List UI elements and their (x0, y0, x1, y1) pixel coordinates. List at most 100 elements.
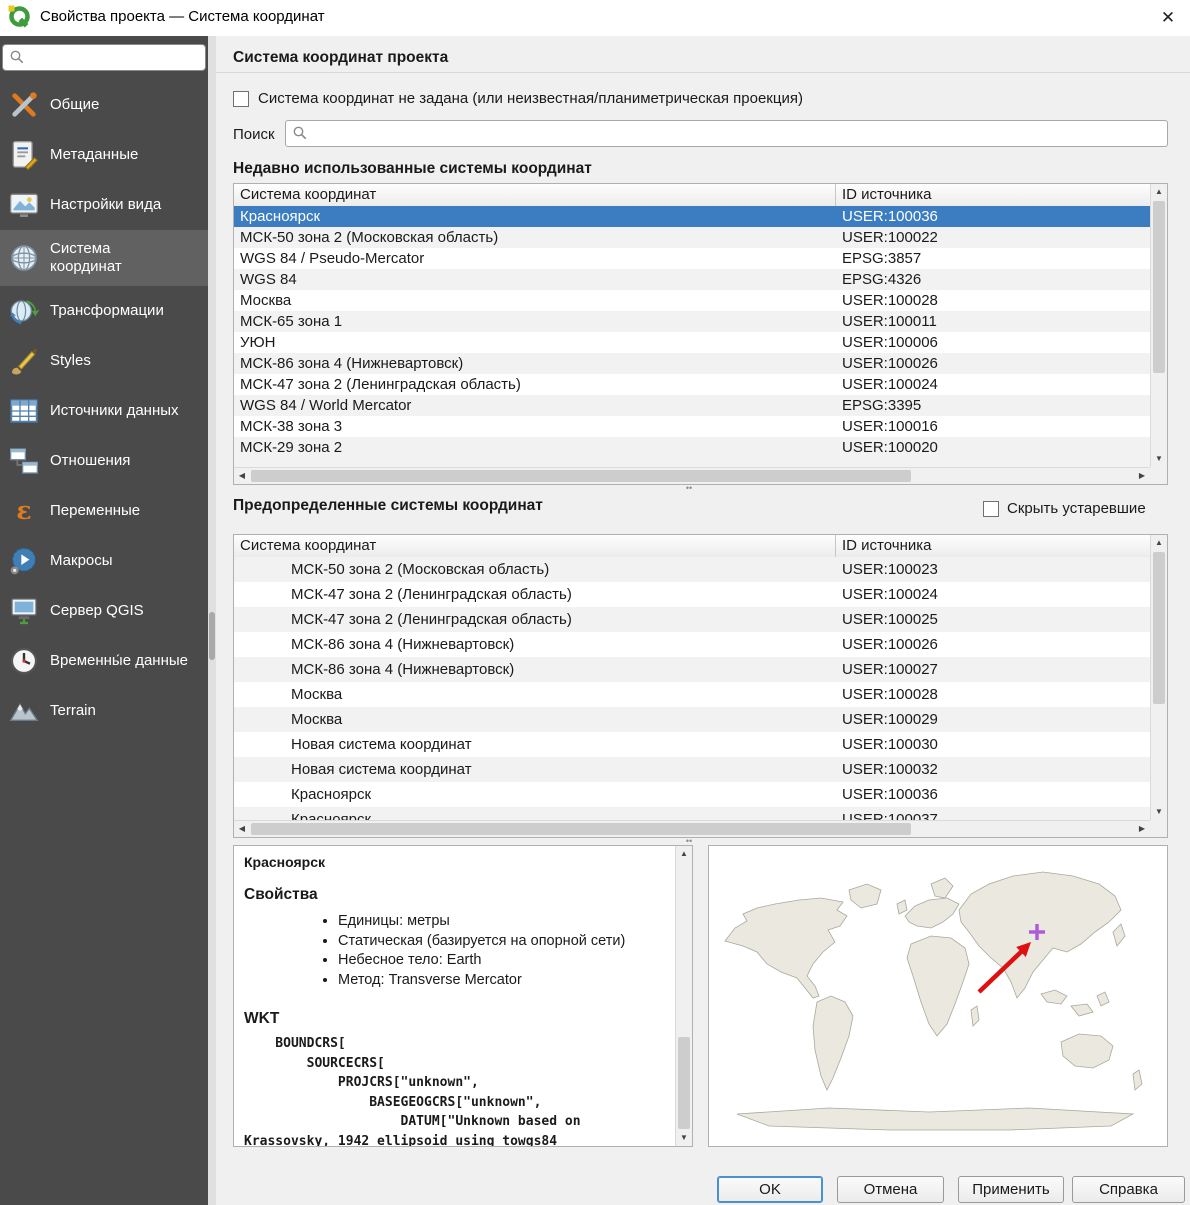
search-icon (9, 49, 25, 65)
sidebar: ОбщиеМетаданныеНастройки вида Система коо… (0, 36, 208, 1205)
crs-id-cell: USER:100029 (836, 707, 1150, 732)
table-row[interactable]: WGS 84 / World MercatorEPSG:3395 (234, 395, 1150, 416)
no-crs-checkbox[interactable] (233, 91, 249, 107)
ok-button[interactable]: OK (717, 1176, 823, 1203)
vertical-scrollbar[interactable]: ▲ ▼ (1150, 535, 1167, 820)
scroll-up-icon[interactable]: ▲ (676, 846, 692, 862)
scroll-up-icon[interactable]: ▲ (1151, 184, 1167, 200)
vertical-scrollbar[interactable]: ▲ ▼ (1150, 184, 1167, 467)
crs-id-cell: EPSG:4326 (836, 269, 1150, 290)
antarctica (737, 1108, 1133, 1130)
sidebar-item-metadata[interactable]: Метаданные (0, 130, 208, 180)
hide-deprecated-checkbox[interactable] (983, 501, 999, 517)
horizontal-scrollbar[interactable]: ◀ ▶ (234, 820, 1150, 837)
table-row[interactable]: УЮНUSER:100006 (234, 332, 1150, 353)
sidebar-item-view-settings[interactable]: Настройки вида (0, 180, 208, 230)
table-row[interactable]: МСК-50 зона 2 (Московская область)USER:1… (234, 227, 1150, 248)
crs-details-panel: Красноярск Свойства Единицы: метрыСтатич… (233, 845, 693, 1147)
sidebar-item-relations[interactable]: Отношения (0, 436, 208, 486)
sidebar-scrollbar[interactable] (208, 36, 216, 1205)
epsilon-icon: ε (8, 495, 40, 527)
crs-name-cell: МСК-50 зона 2 (Московская область) (234, 227, 836, 248)
crs-id-cell: USER:100036 (836, 206, 1150, 227)
sidebar-item-terrain[interactable]: Terrain (0, 686, 208, 736)
apply-button[interactable]: Применить (958, 1176, 1064, 1203)
scrollbar-thumb[interactable] (251, 470, 911, 482)
horizontal-scrollbar[interactable]: ◀ ▶ (234, 467, 1150, 484)
british-isles (897, 900, 907, 914)
table-row[interactable]: МоскваUSER:100028 (234, 290, 1150, 311)
table-row[interactable]: МоскваUSER:100028 (234, 682, 1150, 707)
crs-search-input[interactable] (285, 120, 1168, 147)
scrollbar-thumb[interactable] (1153, 201, 1165, 373)
vertical-scrollbar[interactable]: ▲ ▼ (675, 846, 692, 1146)
sidebar-item-variables[interactable]: εПеременные (0, 486, 208, 536)
column-header-id[interactable]: ID источника (836, 184, 1150, 206)
south-america (813, 996, 853, 1090)
column-header-crs[interactable]: Система координат (234, 184, 836, 206)
sidebar-item-label: Макросы (50, 552, 113, 570)
predefined-table-header: Система координат ID источника (234, 535, 1150, 558)
sidebar-item-crs[interactable]: Система координат (0, 230, 208, 286)
table-row[interactable]: МСК-86 зона 4 (Нижневартовск)USER:100027 (234, 657, 1150, 682)
crs-id-cell: USER:100028 (836, 290, 1150, 311)
crs-name-cell: WGS 84 / World Mercator (234, 395, 836, 416)
help-button[interactable]: Справка (1072, 1176, 1185, 1203)
scroll-left-icon[interactable]: ◀ (234, 821, 250, 837)
table-row[interactable]: КрасноярскUSER:100036 (234, 206, 1150, 227)
crs-id-cell: EPSG:3395 (836, 395, 1150, 416)
table-row[interactable]: МоскваUSER:100029 (234, 707, 1150, 732)
qgis-logo-icon (8, 5, 32, 29)
crs-name-cell: МСК-86 зона 4 (Нижневартовск) (234, 353, 836, 374)
terrain-icon (8, 695, 40, 727)
table-row[interactable]: МСК-65 зона 1USER:100011 (234, 311, 1150, 332)
scrollbar-thumb[interactable] (678, 1037, 690, 1129)
sidebar-item-label: Трансформации (50, 302, 164, 320)
table-row[interactable]: МСК-86 зона 4 (Нижневартовск)USER:100026 (234, 353, 1150, 374)
scroll-down-icon[interactable]: ▼ (676, 1130, 692, 1146)
scroll-down-icon[interactable]: ▼ (1151, 451, 1167, 467)
sidebar-search-input[interactable] (2, 44, 206, 71)
table-row[interactable]: КрасноярскUSER:100037 (234, 807, 1150, 820)
scrollbar-thumb[interactable] (251, 823, 911, 835)
sidebar-item-macros[interactable]: Макросы (0, 536, 208, 586)
table-row[interactable]: МСК-50 зона 2 (Московская область)USER:1… (234, 557, 1150, 582)
scroll-up-icon[interactable]: ▲ (1151, 535, 1167, 551)
scroll-down-icon[interactable]: ▼ (1151, 804, 1167, 820)
crs-name-cell: WGS 84 / Pseudo-Mercator (234, 248, 836, 269)
cancel-button[interactable]: Отмена (837, 1176, 944, 1203)
table-row[interactable]: МСК-47 зона 2 (Ленинградская область)USE… (234, 607, 1150, 632)
table-row[interactable]: МСК-38 зона 3USER:100016 (234, 416, 1150, 437)
column-header-id[interactable]: ID источника (836, 535, 1150, 557)
properties-title: Свойства (244, 886, 665, 904)
table-row[interactable]: Новая система координатUSER:100030 (234, 732, 1150, 757)
column-header-crs[interactable]: Система координат (234, 535, 836, 557)
table-row[interactable]: МСК-29 зона 2USER:100020 (234, 437, 1150, 458)
table-row[interactable]: КрасноярскUSER:100036 (234, 782, 1150, 807)
scroll-right-icon[interactable]: ▶ (1134, 468, 1150, 484)
close-button[interactable]: ✕ (1152, 3, 1184, 33)
table-row[interactable]: Новая система координатUSER:100032 (234, 757, 1150, 782)
table-row[interactable]: МСК-47 зона 2 (Ленинградская область)USE… (234, 374, 1150, 395)
property-item: Статическая (базируется на опорной сети) (338, 932, 665, 952)
table-row[interactable]: МСК-47 зона 2 (Ленинградская область)USE… (234, 582, 1150, 607)
sidebar-item-label: Система координат (50, 240, 146, 276)
sidebar-item-temporal[interactable]: Временны́е данные (0, 636, 208, 686)
sidebar-item-styles[interactable]: Styles (0, 336, 208, 386)
table-row[interactable]: WGS 84 / Pseudo-MercatorEPSG:3857 (234, 248, 1150, 269)
sidebar-item-transformations[interactable]: Трансформации (0, 286, 208, 336)
clock-icon (8, 645, 40, 677)
crs-name-cell: Новая система координат (234, 757, 836, 782)
scrollbar-thumb[interactable] (1153, 552, 1165, 704)
scroll-right-icon[interactable]: ▶ (1134, 821, 1150, 837)
splitter-handle[interactable]: •• (684, 486, 694, 496)
sidebar-item-qgis-server[interactable]: Сервер QGIS (0, 586, 208, 636)
table-row[interactable]: WGS 84EPSG:4326 (234, 269, 1150, 290)
scroll-left-icon[interactable]: ◀ (234, 468, 250, 484)
table-row[interactable]: МСК-86 зона 4 (Нижневартовск)USER:100026 (234, 632, 1150, 657)
sidebar-item-data-sources[interactable]: Источники данных (0, 386, 208, 436)
paintbrush-icon (8, 345, 40, 377)
sidebar-scrollbar-thumb[interactable] (209, 612, 215, 660)
sidebar-item-general[interactable]: Общие (0, 80, 208, 130)
crs-id-cell: USER:100006 (836, 332, 1150, 353)
